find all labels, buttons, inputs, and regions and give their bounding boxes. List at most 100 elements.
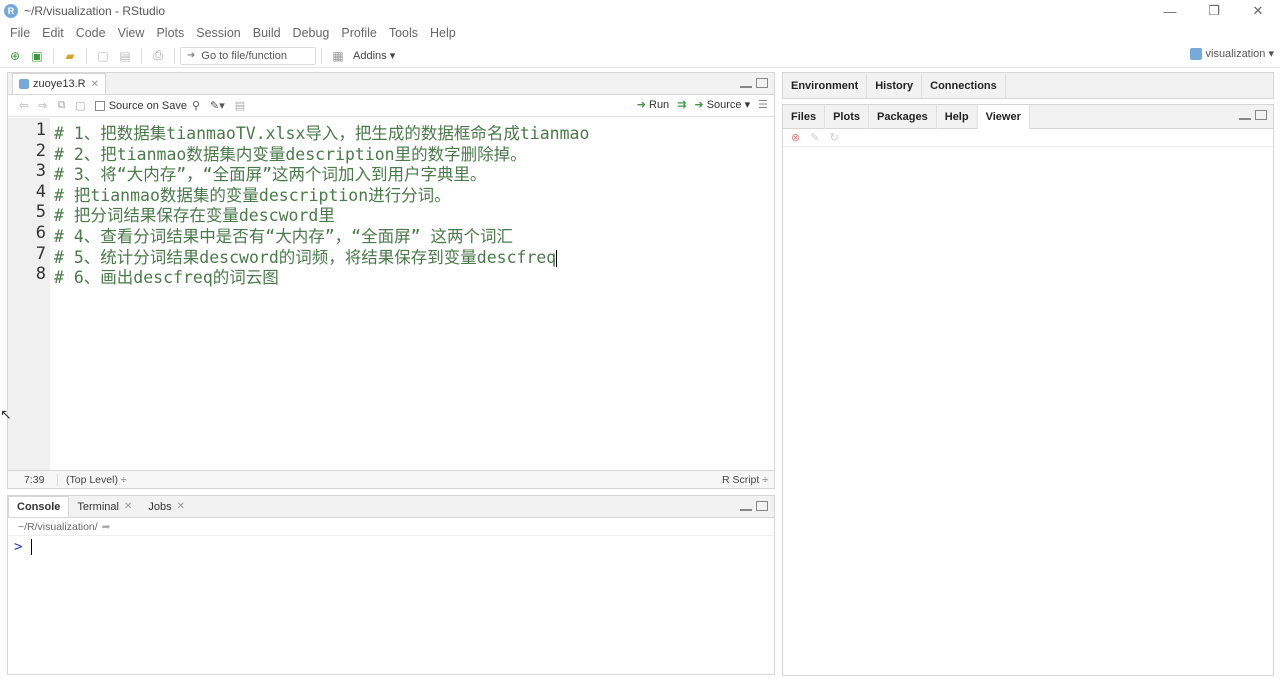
menu-help[interactable]: Help [424, 26, 462, 40]
code-lines[interactable]: # 1、把数据集tianmaoTV.xlsx导入，把生成的数据框命名成tianm… [50, 118, 774, 470]
code-line[interactable]: # 4、查看分词结果中是否有“大内存”，“全面屏” 这两个词汇 [54, 223, 774, 246]
clear-broom-icon[interactable]: ✎ [810, 131, 819, 144]
main-toolbar: ⊕ ▣ ▰ ▢ ▤ ⎙ ➜ Go to file/function ▦ Addi… [0, 44, 1280, 68]
back-arrow-icon[interactable]: ⇦ [19, 99, 28, 112]
restore-button[interactable]: ❐ [1192, 0, 1236, 22]
save-file-icon[interactable]: ▢ [75, 99, 85, 112]
console-pane: Console Terminal ✕ Jobs ✕ ~/R/visualizat… [7, 495, 775, 675]
code-area[interactable]: 1 2 3 4 5 6 7 8 # 1、把数据集tianmaoTV.xlsx导入… [8, 118, 774, 470]
stop-icon[interactable]: ⊗ [791, 131, 800, 144]
source-button[interactable]: ➜ Source ▾ [694, 98, 750, 111]
editor-toolbar: ⇦ ⇨ ⧉ ▢ Source on Save ⚲ ✎▾ ▤ ➜ Run ⇉ ➜ … [8, 95, 774, 117]
menu-tools[interactable]: Tools [383, 26, 424, 40]
code-line[interactable]: # 把分词结果保存在变量descword里 [54, 202, 774, 225]
code-line[interactable]: # 1、把数据集tianmaoTV.xlsx导入，把生成的数据框命名成tianm… [54, 120, 774, 143]
addins-menu[interactable]: Addins ▾ [353, 49, 395, 62]
minimize-pane-icon[interactable] [740, 507, 752, 511]
tab-console[interactable]: Console [8, 496, 70, 517]
text-cursor [556, 249, 558, 267]
code-tools-wand-icon[interactable]: ✎▾ [210, 99, 225, 112]
menu-code[interactable]: Code [70, 26, 112, 40]
editor-status-bar: 7:39 (Top Level) ÷ R Script ÷ [8, 470, 774, 488]
close-tab-icon[interactable]: ✕ [124, 501, 132, 512]
console-input[interactable]: > [8, 536, 774, 558]
scope-selector[interactable]: (Top Level) ÷ [58, 474, 127, 486]
tab-connections[interactable]: Connections [922, 73, 1006, 98]
tab-jobs-label: Jobs [148, 500, 172, 513]
go-to-directory-icon[interactable]: ➦ [102, 521, 111, 533]
maximize-pane-icon[interactable] [1255, 110, 1267, 120]
save-icon[interactable]: ▢ [94, 47, 112, 65]
menu-session[interactable]: Session [190, 26, 246, 40]
maximize-pane-icon[interactable] [756, 501, 768, 511]
minimize-pane-icon[interactable] [740, 84, 752, 88]
viewer-toolbar: ⊗ ✎ ↻ [783, 129, 1273, 147]
code-line[interactable]: # 3、将“大内存”，“全面屏”这两个词加入到用户字典里。 [54, 161, 774, 184]
document-outline-icon[interactable]: ☰ [758, 98, 768, 111]
run-arrow-icon: ➜ [636, 99, 646, 111]
tab-environment[interactable]: Environment [783, 73, 868, 98]
source-on-save-checkbox[interactable]: Source on Save [94, 100, 187, 112]
pane-controls [1239, 110, 1267, 120]
tab-plots[interactable]: Plots [825, 104, 869, 129]
tab-terminal[interactable]: Terminal ✕ [69, 496, 140, 517]
rerun-icon[interactable]: ⇉ [677, 98, 686, 111]
open-file-icon[interactable]: ▰ [61, 47, 79, 65]
run-button[interactable]: ➜ Run [637, 98, 669, 111]
minimize-pane-icon[interactable] [1239, 116, 1251, 120]
console-prompt: > [14, 539, 23, 555]
tab-jobs[interactable]: Jobs ✕ [140, 496, 193, 517]
print-icon[interactable]: ⎙ [149, 47, 167, 65]
pane-controls [740, 78, 768, 88]
save-all-icon[interactable]: ▤ [116, 47, 134, 65]
workspace-panes-icon[interactable]: ▦ [329, 47, 347, 65]
tab-history[interactable]: History [867, 73, 923, 98]
code-line[interactable]: # 2、把tianmao数据集内变量description里的数字删除掉。 [54, 141, 774, 164]
environment-tabs: Environment History Connections [783, 73, 1273, 98]
toolbar-divider [141, 47, 142, 64]
rstudio-logo-icon: R [4, 4, 18, 18]
tab-help[interactable]: Help [937, 104, 978, 129]
tab-packages[interactable]: Packages [869, 104, 937, 129]
maximize-pane-icon[interactable] [756, 78, 768, 88]
menu-debug[interactable]: Debug [287, 26, 336, 40]
console-cursor [31, 539, 33, 555]
menu-build[interactable]: Build [247, 26, 287, 40]
search-icon[interactable]: ⚲ [192, 99, 200, 112]
r-file-icon [19, 79, 29, 89]
menu-profile[interactable]: Profile [335, 26, 382, 40]
checkbox-box [94, 100, 105, 111]
line-number: 6 [35, 222, 46, 243]
tab-files[interactable]: Files [783, 104, 826, 129]
menu-plots[interactable]: Plots [150, 26, 190, 40]
menu-view[interactable]: View [112, 26, 151, 40]
code-line-current[interactable]: # 5、统计分词结果descword的词频，将结果保存到变量descfreq [54, 244, 774, 267]
minimize-button[interactable]: — [1148, 0, 1192, 22]
file-tab-zuoye13[interactable]: zuoye13.R ✕ [12, 73, 106, 94]
project-menu[interactable]: visualization ▾ [1189, 47, 1275, 60]
close-button[interactable]: ✕ [1236, 0, 1280, 22]
code-line[interactable]: # 把tianmao数据集的变量description进行分词。 [54, 182, 774, 205]
goto-file-input[interactable]: ➜ Go to file/function [180, 46, 316, 65]
forward-arrow-icon[interactable]: ⇨ [38, 99, 47, 112]
close-tab-icon[interactable]: ✕ [91, 79, 99, 90]
new-file-icon[interactable]: ⊕ [6, 47, 24, 65]
code-line[interactable]: # 6、画出descfreq的词云图 [54, 264, 774, 287]
refresh-icon[interactable]: ↻ [829, 131, 838, 144]
console-tabs: Console Terminal ✕ Jobs ✕ [8, 496, 774, 518]
toolbar-divider [321, 47, 322, 64]
project-label: visualization ▾ [1205, 48, 1275, 60]
compile-report-icon[interactable]: ▤ [235, 99, 245, 112]
project-icon [1189, 47, 1202, 60]
tab-viewer[interactable]: Viewer [977, 104, 1030, 129]
close-tab-icon[interactable]: ✕ [177, 501, 185, 512]
menu-file[interactable]: File [4, 26, 36, 40]
menu-edit[interactable]: Edit [36, 26, 70, 40]
line-number: 5 [35, 202, 46, 223]
source-arrow-icon: ➜ [694, 99, 704, 111]
new-project-icon[interactable]: ▣ [28, 47, 46, 65]
line-number: 3 [35, 161, 46, 182]
show-in-window-icon[interactable]: ⧉ [57, 99, 65, 112]
file-type-selector[interactable]: R Script ÷ [722, 474, 768, 486]
tab-terminal-label: Terminal [77, 500, 119, 513]
